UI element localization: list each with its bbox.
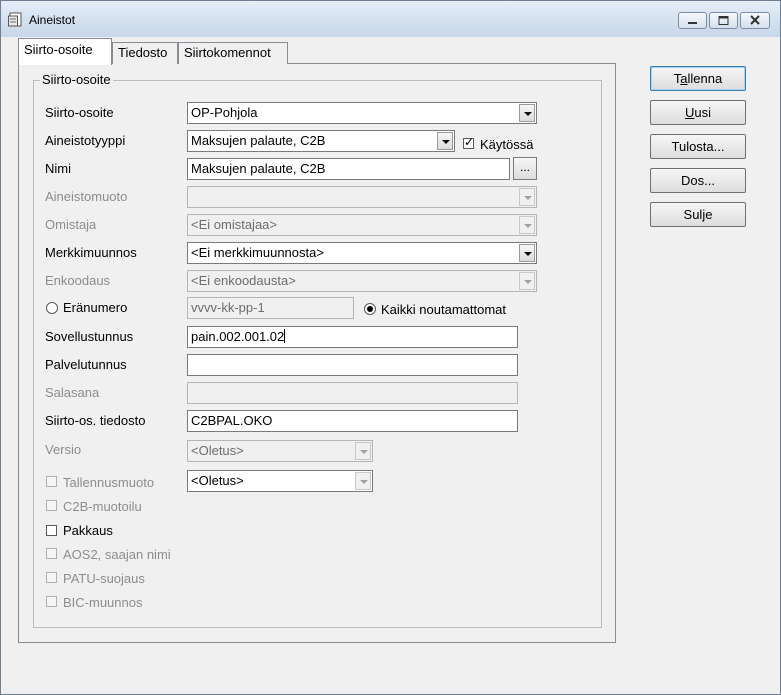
- enkoodaus-value: <Ei enkoodausta>: [191, 273, 296, 288]
- minimize-icon: [688, 22, 697, 24]
- palvelutunnus-label: Palvelutunnus: [45, 357, 127, 372]
- patu-suojaus-checkbox[interactable]: [46, 572, 57, 583]
- c2b-muotoilu-checkbox[interactable]: [46, 500, 57, 511]
- dos-button[interactable]: Dos...: [650, 168, 746, 193]
- kaikki-noutamattomat-label: Kaikki noutamattomat: [381, 302, 507, 317]
- aineistomuoto-select[interactable]: [187, 186, 537, 208]
- aineistotyyppi-label: Aineistotyyppi: [45, 133, 126, 148]
- c2b-muotoilu-label: C2B-muotoilu: [63, 499, 142, 514]
- versio-select[interactable]: <Oletus>: [187, 440, 373, 462]
- uusi-button[interactable]: Uusi: [650, 100, 746, 125]
- merkkimuunnos-value: <Ei merkkimuunnosta>: [191, 245, 324, 260]
- salasana-input[interactable]: [187, 382, 518, 404]
- eranumero-input[interactable]: vvvv-kk-pp-1: [187, 297, 354, 319]
- radio-selected-icon: [367, 306, 373, 312]
- uusi-text: usi: [694, 105, 711, 120]
- group-legend: Siirto-osoite: [40, 72, 113, 87]
- versio-label: Versio: [45, 442, 82, 457]
- eranumero-label: Eränumero: [63, 300, 128, 315]
- merkkimuunnos-label: Merkkimuunnos: [45, 245, 137, 260]
- pakkaus-label: Pakkaus: [63, 523, 113, 538]
- close-icon: [750, 15, 760, 25]
- nimi-browse-button[interactable]: ...: [513, 157, 537, 180]
- aineistomuoto-label: Aineistomuoto: [45, 189, 128, 204]
- tallenna-mnemonic: a: [680, 71, 688, 86]
- window-title: Aineistot: [29, 13, 76, 27]
- salasana-label: Salasana: [45, 385, 100, 400]
- aos2-checkbox[interactable]: [46, 548, 57, 559]
- sulje-button[interactable]: Sulje: [650, 202, 746, 227]
- close-button[interactable]: [740, 12, 770, 29]
- versio-value: <Oletus>: [191, 443, 244, 458]
- tab-siirtokomennot[interactable]: Siirtokomennot: [178, 42, 288, 64]
- bic-muunnos-label: BIC-muunnos: [63, 595, 143, 610]
- tulosta-button[interactable]: Tulosta...: [650, 134, 746, 159]
- uusi-mnemonic: U: [684, 105, 695, 120]
- minimize-button[interactable]: [678, 12, 707, 29]
- chevron-down-icon[interactable]: [355, 442, 371, 460]
- kaytossa-label: Käytössä: [480, 137, 534, 152]
- app-icon: [8, 12, 22, 27]
- kaikki-noutamattomat-radio[interactable]: [364, 303, 376, 315]
- tallenna-text-2: llenna: [687, 71, 723, 86]
- enkoodaus-select[interactable]: <Ei enkoodausta>: [187, 270, 537, 292]
- sovellustunnus-input[interactable]: pain.002.001.02: [187, 326, 518, 348]
- tallennusmuoto-select[interactable]: <Oletus>: [187, 470, 373, 492]
- aos2-label: AOS2, saajan nimi: [63, 547, 171, 562]
- enkoodaus-label: Enkoodaus: [45, 273, 111, 288]
- palvelutunnus-input[interactable]: [187, 354, 518, 376]
- pakkaus-checkbox[interactable]: [46, 525, 57, 536]
- chevron-down-icon[interactable]: [519, 244, 535, 262]
- title-bar[interactable]: Aineistot: [1, 1, 780, 37]
- chevron-down-icon[interactable]: [437, 132, 453, 150]
- siirto-os-tiedosto-input[interactable]: C2BPAL.OKO: [187, 410, 518, 432]
- chevron-down-icon[interactable]: [519, 188, 535, 206]
- tallennusmuoto-label: Tallennusmuoto: [63, 475, 155, 490]
- siirto-osoite-label: Siirto-osoite: [45, 105, 114, 120]
- patu-suojaus-label: PATU-suojaus: [63, 571, 145, 586]
- tallenna-button[interactable]: Tallenna: [650, 66, 746, 91]
- tab-tiedosto[interactable]: Tiedosto: [112, 42, 178, 64]
- aineistotyyppi-value: Maksujen palaute, C2B: [191, 133, 326, 148]
- tab-siirto-osoite[interactable]: Siirto-osoite: [18, 38, 112, 65]
- checkmark-icon: ✓: [464, 135, 475, 149]
- omistaja-select[interactable]: <Ei omistajaa>: [187, 214, 537, 236]
- maximize-icon: [718, 16, 729, 25]
- chevron-down-icon[interactable]: [519, 216, 535, 234]
- tallennusmuoto-checkbox[interactable]: [46, 476, 57, 487]
- omistaja-label: Omistaja: [45, 217, 97, 232]
- chevron-down-icon[interactable]: [355, 472, 371, 490]
- sovellustunnus-value: pain.002.001.02: [191, 329, 285, 344]
- chevron-down-icon[interactable]: [519, 272, 535, 290]
- eranumero-radio[interactable]: [46, 302, 58, 314]
- merkkimuunnos-select[interactable]: <Ei merkkimuunnosta>: [187, 242, 537, 264]
- text-caret: [284, 329, 286, 343]
- aineistotyyppi-select[interactable]: Maksujen palaute, C2B: [187, 130, 455, 152]
- nimi-input[interactable]: Maksujen palaute, C2B: [187, 158, 510, 180]
- omistaja-value: <Ei omistajaa>: [191, 217, 277, 232]
- sovellustunnus-label: Sovellustunnus: [45, 329, 134, 344]
- kaytossa-checkbox[interactable]: ✓: [463, 135, 475, 149]
- bic-muunnos-checkbox[interactable]: [46, 596, 57, 607]
- nimi-label: Nimi: [45, 161, 71, 176]
- maximize-button[interactable]: [709, 12, 738, 29]
- siirto-os-tiedosto-label: Siirto-os. tiedosto: [45, 413, 146, 428]
- chevron-down-icon[interactable]: [519, 104, 535, 122]
- siirto-osoite-value: OP-Pohjola: [191, 105, 258, 120]
- tallennusmuoto-value: <Oletus>: [191, 473, 244, 488]
- siirto-osoite-select[interactable]: OP-Pohjola: [187, 102, 537, 124]
